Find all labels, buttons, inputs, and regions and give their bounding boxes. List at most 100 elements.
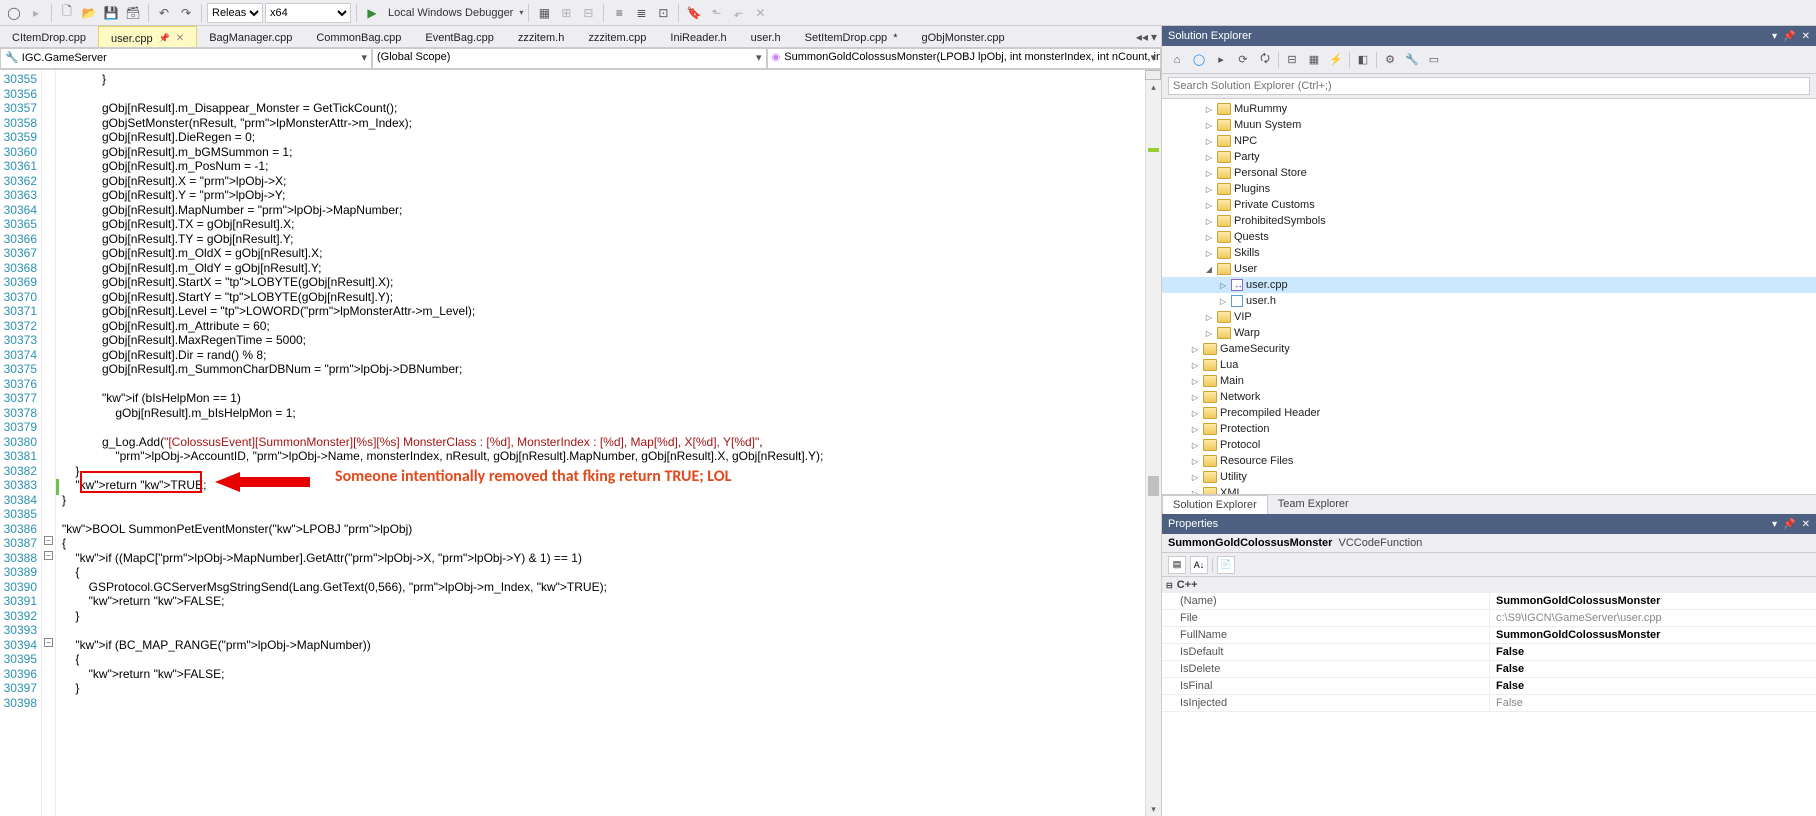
tab-user-cpp[interactable]: user.cpp📌✕	[98, 26, 197, 47]
props-categorized-icon[interactable]: ▤	[1168, 556, 1186, 574]
undo-icon[interactable]: ↶	[154, 3, 174, 23]
tree-twisty-icon[interactable]: ▷	[1190, 440, 1200, 450]
code-editor[interactable]: 3035530356303573035830359303603036130362…	[0, 70, 1161, 816]
folder-item[interactable]: ▷Main	[1162, 373, 1816, 389]
folder-item[interactable]: ▷NPC	[1162, 133, 1816, 149]
folder-item[interactable]: ▷Precompiled Header	[1162, 405, 1816, 421]
tree-twisty-icon[interactable]: ▷	[1204, 232, 1214, 242]
bookmark-icon[interactable]: 🔖	[684, 3, 704, 23]
tab-inireader[interactable]: IniReader.h	[658, 26, 738, 47]
tree-twisty-icon[interactable]: ▷	[1204, 328, 1214, 338]
property-row[interactable]: IsInjectedFalse	[1162, 695, 1816, 712]
tree-twisty-icon[interactable]: ▷	[1204, 120, 1214, 130]
tree-twisty-icon[interactable]: ▷	[1190, 392, 1200, 402]
folder-item[interactable]: ▷Protection	[1162, 421, 1816, 437]
config-dropdown[interactable]: Release	[207, 3, 263, 23]
property-row[interactable]: IsDeleteFalse	[1162, 661, 1816, 678]
folder-item[interactable]: ▷Protocol	[1162, 437, 1816, 453]
tree-twisty-icon[interactable]: ▷	[1218, 296, 1228, 306]
next-bookmark-icon[interactable]: ⬐	[728, 3, 748, 23]
folder-item[interactable]: ▷Resource Files	[1162, 453, 1816, 469]
platform-dropdown[interactable]: x64	[265, 3, 351, 23]
code-content[interactable]: } gObj[nResult].m_Disappear_Monster = Ge…	[62, 70, 1161, 816]
properties-category[interactable]: ⊟C++	[1162, 577, 1816, 593]
property-row[interactable]: Filec:\S9\IGCN\GameServer\user.cpp	[1162, 610, 1816, 627]
tab-user-h[interactable]: user.h	[739, 26, 793, 47]
properties-grid[interactable]: ⊟C++ (Name)SummonGoldColossusMonsterFile…	[1162, 577, 1816, 816]
se-showall-icon[interactable]: ▦	[1305, 51, 1323, 69]
fold-box-icon[interactable]: −	[44, 638, 53, 647]
props-alpha-icon[interactable]: A↓	[1190, 556, 1208, 574]
folder-item[interactable]: ▷VIP	[1162, 309, 1816, 325]
tree-twisty-icon[interactable]: ▷	[1218, 280, 1228, 290]
folder-item[interactable]: ▷Personal Store	[1162, 165, 1816, 181]
debug-target-label[interactable]: Local Windows Debugger	[384, 7, 517, 19]
tab-citemdrop[interactable]: CItemDrop.cpp	[0, 26, 98, 47]
tb-misc-2-icon[interactable]: ⊞	[556, 3, 576, 23]
se-home-icon[interactable]: ⌂	[1168, 51, 1186, 69]
tab-gobjmonster[interactable]: gObjMonster.cpp	[909, 26, 1016, 47]
close-icon[interactable]: ✕	[176, 33, 184, 44]
tab-list-icon[interactable]: ▾	[1151, 30, 1157, 44]
tab-setitemdrop[interactable]: SetItemDrop.cpp	[793, 26, 910, 47]
folder-item[interactable]: ▷Private Customs	[1162, 197, 1816, 213]
fold-box-icon[interactable]: −	[44, 536, 53, 545]
tab-eventbag[interactable]: EventBag.cpp	[413, 26, 506, 47]
collapse-icon[interactable]: ⊟	[1166, 581, 1173, 590]
tab-overflow[interactable]: ◂◂▾	[1136, 26, 1161, 47]
folder-item[interactable]: ▷Utility	[1162, 469, 1816, 485]
property-row[interactable]: (Name)SummonGoldColossusMonster	[1162, 593, 1816, 610]
nav-back-icon[interactable]: ◯	[4, 3, 24, 23]
tab-zzzitem-cpp[interactable]: zzzitem.cpp	[576, 26, 658, 47]
se-filter-icon[interactable]: ⚡	[1327, 51, 1345, 69]
folder-item[interactable]: ▷Muun System	[1162, 117, 1816, 133]
panel-pin-icon[interactable]: 📌	[1783, 31, 1795, 42]
tree-twisty-icon[interactable]: ▷	[1204, 168, 1214, 178]
search-input[interactable]	[1168, 77, 1810, 95]
se-sync-icon[interactable]: ⟳	[1234, 51, 1252, 69]
se-preview-icon[interactable]: ◧	[1354, 51, 1372, 69]
tab-solution-explorer[interactable]: Solution Explorer	[1162, 495, 1268, 514]
tree-twisty-icon[interactable]: ▷	[1204, 200, 1214, 210]
se-collapse-icon[interactable]: ⊟	[1283, 51, 1301, 69]
panel-pin-icon[interactable]: 📌	[1783, 519, 1795, 530]
save-all-icon[interactable]: 🗃	[123, 3, 143, 23]
tree-twisty-icon[interactable]: ▷	[1204, 184, 1214, 194]
folder-item[interactable]: ▷XML	[1162, 485, 1816, 494]
folder-item[interactable]: ◢User	[1162, 261, 1816, 277]
save-icon[interactable]: 💾	[101, 3, 121, 23]
tree-twisty-icon[interactable]: ▷	[1204, 104, 1214, 114]
prev-bookmark-icon[interactable]: ⬑	[706, 3, 726, 23]
panel-menu-icon[interactable]: ▾	[1772, 31, 1777, 42]
folder-item[interactable]: ▷Party	[1162, 149, 1816, 165]
nav-fwd-icon[interactable]: ▸	[26, 3, 46, 23]
tb-misc-1-icon[interactable]: ▦	[534, 3, 554, 23]
open-file-icon[interactable]: 📂	[79, 3, 99, 23]
se-back-icon[interactable]: ◯	[1190, 51, 1208, 69]
property-row[interactable]: IsFinalFalse	[1162, 678, 1816, 695]
se-class-icon[interactable]: ▭	[1425, 51, 1443, 69]
se-view-icon[interactable]: 🔧	[1403, 51, 1421, 69]
tab-bagmanager[interactable]: BagManager.cpp	[197, 26, 304, 47]
vertical-scrollbar[interactable]: ▴ ▾	[1145, 70, 1161, 816]
folder-item[interactable]: ▷Warp	[1162, 325, 1816, 341]
folder-item[interactable]: ▷Quests	[1162, 229, 1816, 245]
fold-gutter[interactable]: − − −	[42, 70, 56, 816]
tab-commonbag[interactable]: CommonBag.cpp	[304, 26, 413, 47]
file-item[interactable]: ▷user.h	[1162, 293, 1816, 309]
tab-team-explorer[interactable]: Team Explorer	[1268, 495, 1359, 514]
se-refresh-icon[interactable]: 🗘	[1256, 51, 1274, 69]
start-debug-icon[interactable]: ▶	[362, 3, 382, 23]
property-row[interactable]: FullNameSummonGoldColossusMonster	[1162, 627, 1816, 644]
tree-twisty-icon[interactable]: ▷	[1190, 424, 1200, 434]
scroll-down-icon[interactable]: ▾	[1146, 802, 1161, 816]
project-combo[interactable]: 🔧 IGC.GameServer	[0, 48, 372, 69]
tree-twisty-icon[interactable]: ▷	[1204, 248, 1214, 258]
tab-zzzitem-h[interactable]: zzzitem.h	[506, 26, 576, 47]
solution-tree[interactable]: ▷MuRummy▷Muun System▷NPC▷Party▷Personal …	[1162, 99, 1816, 494]
pin-icon[interactable]: 📌	[159, 33, 170, 44]
property-row[interactable]: IsDefaultFalse	[1162, 644, 1816, 661]
folder-item[interactable]: ▷Network	[1162, 389, 1816, 405]
panel-close-icon[interactable]: ✕	[1802, 519, 1810, 530]
tree-twisty-icon[interactable]: ▷	[1190, 344, 1200, 354]
